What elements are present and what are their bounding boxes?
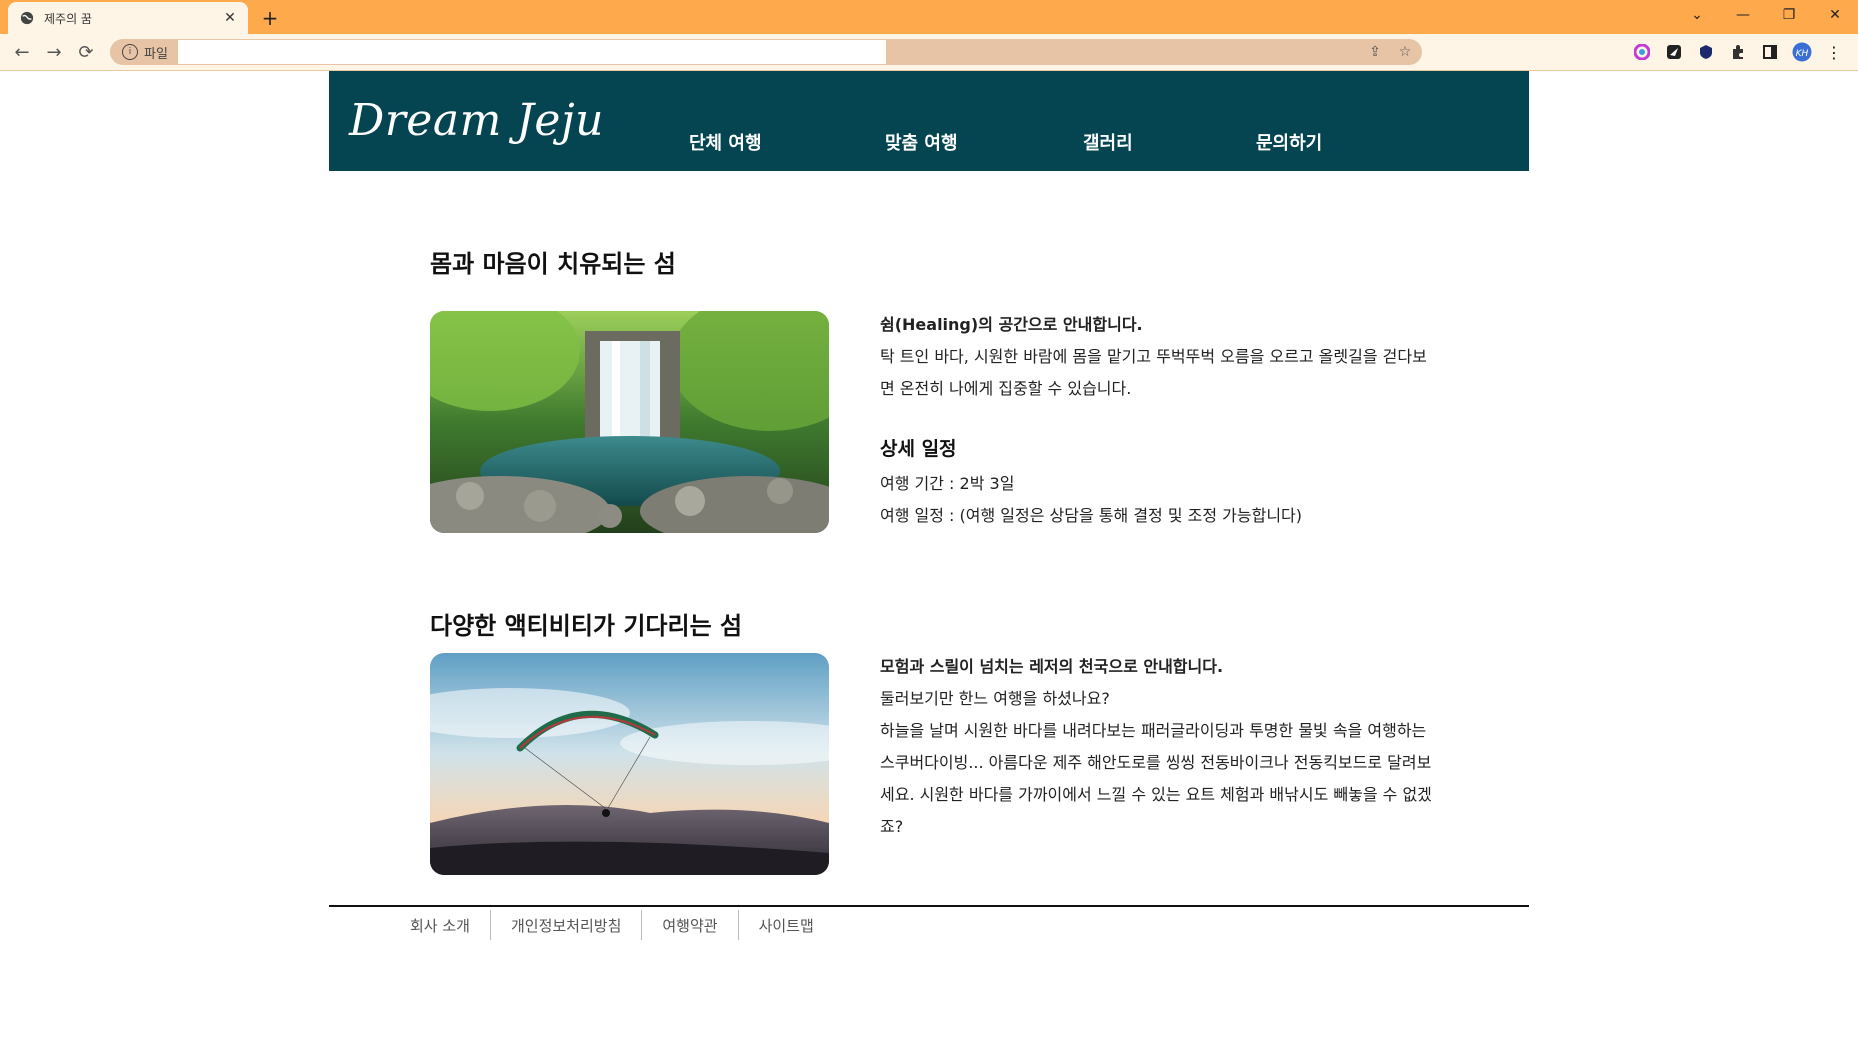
globe-icon xyxy=(20,11,34,25)
paraglider-image xyxy=(430,653,829,875)
section-healing-body: 탁 트인 바다, 시원한 바람에 몸을 맡기고 뚜벅뚜벅 오름을 오르고 올렛길… xyxy=(880,347,1427,398)
browser-toolbar: ← → ⟳ i 파일 ⇪ ☆ KH ⋮ xyxy=(0,34,1858,71)
tab-title: 제주의 꿈 xyxy=(44,11,92,26)
site-info-badge[interactable]: i 파일 xyxy=(116,42,168,62)
footer-divider xyxy=(329,905,1529,907)
reload-button[interactable]: ⟳ xyxy=(74,40,98,64)
section-healing-lead: 쉼(Healing)의 공간으로 안내합니다. xyxy=(880,315,1143,334)
footer-link-terms[interactable]: 여행약관 xyxy=(641,910,737,940)
site-info-label: 파일 xyxy=(144,46,168,62)
minimize-button[interactable]: — xyxy=(1720,0,1766,30)
puzzle-extensions-icon[interactable] xyxy=(1728,42,1748,62)
section-activity-question: 둘러보기만 한느 여행을 하셨나요? xyxy=(880,689,1110,708)
section-healing-title: 몸과 마음이 치유되는 섬 xyxy=(430,250,676,278)
url-input[interactable] xyxy=(178,40,886,64)
forward-button[interactable]: → xyxy=(42,40,66,64)
section-activity-title: 다양한 액티비티가 기다리는 섬 xyxy=(430,612,743,640)
footer-link-company[interactable]: 회사 소개 xyxy=(390,910,490,940)
detail-schedule-list: 여행 기간 : 2박 3일 여행 일정 : (여행 일정은 상담을 통해 결정 … xyxy=(880,468,1440,532)
send-extension-icon[interactable] xyxy=(1664,42,1684,62)
detail-schedule-title: 상세 일정 xyxy=(880,438,957,460)
share-icon[interactable]: ⇪ xyxy=(1366,43,1384,61)
footer-link-privacy[interactable]: 개인정보처리방침 xyxy=(489,910,641,940)
site-logo[interactable]: Dream Jeju xyxy=(349,95,604,146)
color-extension-icon[interactable] xyxy=(1632,42,1652,62)
new-tab-button[interactable]: + xyxy=(258,6,282,30)
tab-search-icon[interactable]: ⌄ xyxy=(1674,0,1720,30)
waterfall-image xyxy=(430,311,829,533)
site-header: Dream Jeju 단체 여행 맞춤 여행 갤러리 문의하기 xyxy=(329,71,1529,171)
nav-gallery[interactable]: 갤러리 xyxy=(1083,129,1133,155)
browser-tab-strip: 제주의 꿈 ✕ + ⌄ — ❐ ✕ xyxy=(0,0,1858,34)
section-healing-text: 쉼(Healing)의 공간으로 안내합니다. 탁 트인 바다, 시원한 바람에… xyxy=(880,309,1440,405)
nav-contact[interactable]: 문의하기 xyxy=(1256,129,1322,155)
address-bar[interactable]: i 파일 ⇪ ☆ xyxy=(110,39,1422,65)
side-panel-icon[interactable] xyxy=(1760,42,1780,62)
nav-custom-tour[interactable]: 맞춤 여행 xyxy=(885,129,958,155)
footer-links: 회사 소개 개인정보처리방침 여행약관 사이트맵 xyxy=(390,910,834,940)
tab-close-icon[interactable]: ✕ xyxy=(220,8,240,28)
nav-group-tour[interactable]: 단체 여행 xyxy=(689,129,762,155)
restore-button[interactable]: ❐ xyxy=(1766,0,1812,30)
section-activity-lead: 모험과 스릴이 넘치는 레저의 천국으로 안내합니다. xyxy=(880,657,1224,676)
bookmark-star-icon[interactable]: ☆ xyxy=(1396,43,1414,61)
window-close-button[interactable]: ✕ xyxy=(1812,0,1858,30)
browser-menu-icon[interactable]: ⋮ xyxy=(1824,42,1844,62)
section-activity-text: 모험과 스릴이 넘치는 레저의 천국으로 안내합니다. 둘러보기만 한느 여행을… xyxy=(880,651,1440,843)
detail-duration: 여행 기간 : 2박 3일 xyxy=(880,474,1015,493)
back-button[interactable]: ← xyxy=(10,40,34,64)
profile-initials: KH xyxy=(1796,49,1809,59)
footer-link-sitemap[interactable]: 사이트맵 xyxy=(737,910,834,940)
info-icon: i xyxy=(122,44,138,60)
profile-avatar[interactable]: KH xyxy=(1792,42,1812,62)
shield-extension-icon[interactable] xyxy=(1696,42,1716,62)
section-activity-body: 하늘을 날며 시원한 바다를 내려다보는 패러글라이딩과 투명한 물빛 속을 여… xyxy=(880,721,1432,836)
detail-itinerary: 여행 일정 : (여행 일정은 상담을 통해 결정 및 조정 가능합니다) xyxy=(880,506,1303,525)
browser-tab[interactable]: 제주의 꿈 ✕ xyxy=(8,2,248,34)
